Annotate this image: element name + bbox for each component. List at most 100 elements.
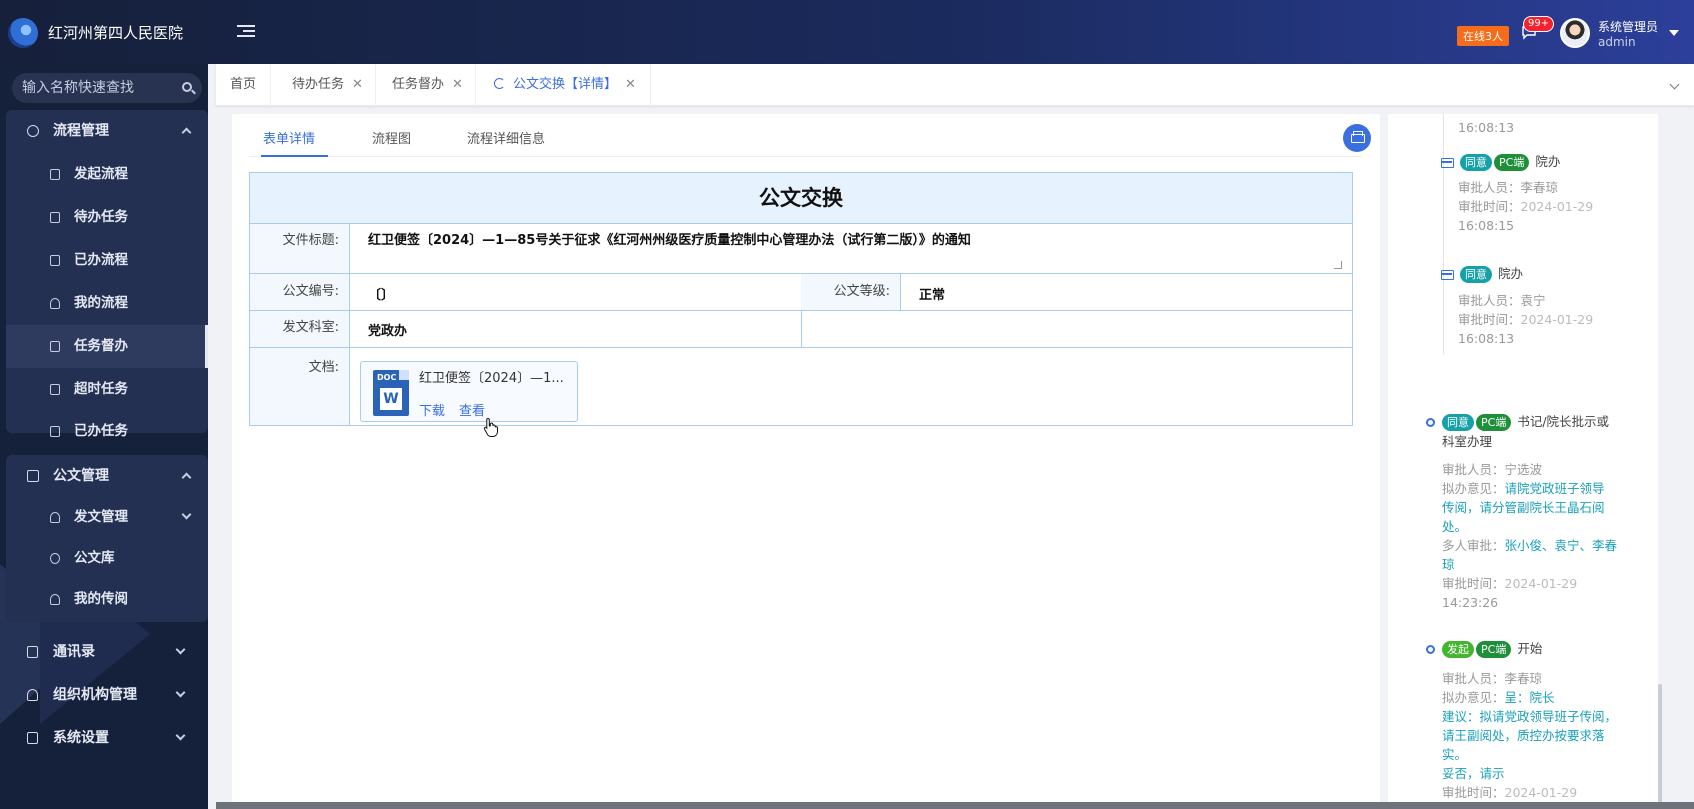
sidebar-item-my-flow[interactable]: 我的流程 [6,282,208,325]
time-label: 审批时间： [1458,312,1521,327]
doc-level-value: 正常 [919,288,946,303]
timeline-node: 书记/院长批示或 [1517,414,1610,429]
cell-divider [801,311,802,347]
menu-org-management[interactable]: 组织机构管理 [0,674,208,717]
sidebar-item-label: 已办任务 [74,423,128,439]
row-dept: 发文科室: 党政办 [250,311,1352,348]
horizontal-scrollbar[interactable] [216,802,1694,809]
close-icon[interactable]: ✕ [352,77,363,92]
timeline-dot [1426,645,1435,654]
multi-approvers-cont: 琼 [1442,557,1455,572]
menu-collapse-icon[interactable] [237,25,255,39]
menu-document-management[interactable]: 公文管理 [6,455,208,498]
suggestion-text: 请王副阅处，质控办按要求落 [1442,728,1605,743]
user-dropdown-icon[interactable] [1669,30,1679,36]
timeline-scrollbar[interactable] [1658,684,1662,809]
timeline-entry-tags: 发起 PC端 开始 [1442,640,1542,660]
resize-grip-icon[interactable] [1334,261,1342,269]
timeline-opinion: 拟办意见：呈：院长 [1442,688,1555,707]
subtab-flow-info[interactable]: 流程详细信息 [467,128,545,147]
tab-label: 首页 [230,77,257,92]
opinion-text-cont: 传阅，请分管副院长王晶石阅 [1442,500,1605,515]
approval-timeline: 16:08:13 同意 PC端 院办 审批人员：李春琼 审批时间：2024-01-… [1388,114,1658,809]
sidebar-item-todo[interactable]: 待办任务 [6,196,208,239]
menu-contacts[interactable]: 通讯录 [0,631,208,674]
tab-doc-exchange[interactable]: 公文交换【详情】 ✕ [480,64,651,106]
hand-cursor-icon [483,417,498,437]
task-icon [50,212,60,223]
sidebar-item-supervise[interactable]: 任务督办 [6,325,208,368]
timeline-date: 2024-01-29 [1520,199,1594,214]
label-doc-title: 文件标题: [250,224,350,273]
subtab-active-indicator [261,155,328,157]
search-icon[interactable] [182,82,192,92]
file-type-label: DOC [377,373,397,382]
suggestion-text: 建议：拟请党政领导班子传阅， [1442,709,1618,724]
sidebar-item-label: 公文库 [74,550,115,566]
list-icon [50,341,60,352]
menu-label: 系统设置 [53,730,109,746]
sidebar-item-label: 我的传阅 [74,591,128,607]
sidebar-item-start-flow[interactable]: 发起流程 [6,153,208,196]
tag-pc: PC端 [1476,641,1512,658]
opinion-text: 请院党政班子领导 [1504,481,1605,496]
menu-workflow-management[interactable]: 流程管理 [6,110,208,153]
print-button[interactable] [1343,124,1371,152]
sidebar-item-label: 我的流程 [74,295,128,311]
download-link[interactable]: 下载 [419,400,445,419]
timeline-approver: 审批人员：袁宁 [1458,293,1546,308]
chevron-up-icon [181,127,192,138]
sidebar-item-my-circulation[interactable]: 我的传阅 [6,578,208,621]
online-users-badge[interactable]: 在线3人 [1457,26,1509,46]
tag-agree: 同意 [1460,266,1492,283]
workflow-icon [27,125,39,137]
sidebar-item-label: 超时任务 [74,381,128,397]
avatar[interactable] [1560,18,1590,48]
user-icon [50,298,60,309]
sidebar-search-input[interactable]: 输入名称快速查找 [12,73,202,103]
main-panel: 表单详情 流程图 流程详细信息 公文交换 文件标题: 红卫便签〔2024〕—1—… [232,114,1380,809]
close-icon[interactable]: ✕ [625,77,636,92]
view-link[interactable]: 查看 [459,400,485,419]
label-doc-level: 公文等级: [801,274,901,310]
timeline-node-cont: 科室办理 [1442,434,1493,449]
attachment-card: DOC W 红卫便签〔2024〕—1... 下载 查看 [360,361,578,422]
tabs-bar: 首页 待办任务 ✕ 任务督办 ✕ 公文交换【详情】 ✕ [216,64,1694,106]
content-gutter [208,106,216,809]
opinion-label: 拟办意见： [1442,690,1505,705]
sidebar-item-dispatch[interactable]: 发文管理 [6,496,208,539]
tag-start: 发起 [1442,641,1474,658]
message-count-badge: 99+ [1523,16,1555,32]
timeline-approver: 审批人员：宁选波 [1442,462,1543,477]
subtab-flow-chart[interactable]: 流程图 [372,128,411,147]
label-doc-no: 公文编号: [250,274,350,310]
timeline-time-row: 审批时间：2024-01-29 [1458,310,1593,329]
subtab-form-details[interactable]: 表单详情 [263,128,315,147]
tabs-dropdown-icon[interactable] [1669,79,1680,90]
doc-no-value: 〔〕 [368,288,395,303]
refresh-icon[interactable] [494,78,505,89]
timeline-approver: 审批人员：李春琼 [1442,671,1543,686]
label-attachment: 文档: [250,348,350,425]
tab-home[interactable]: 首页 [216,64,272,106]
app-title: 红河州第四人民医院 [48,24,184,42]
menu-system-settings[interactable]: 系统设置 [0,717,208,760]
card-icon [1441,270,1454,280]
sidebar-item-done-flow[interactable]: 已办流程 [6,239,208,282]
label-dept: 发文科室: [250,311,350,347]
sidebar-item-overdue[interactable]: 超时任务 [6,368,208,411]
doc-title-textarea[interactable]: 红卫便签〔2024〕—1—85号关于征求《红河州州级医疗质量控制中心管理办法（试… [350,229,971,248]
dept-value: 党政办 [368,324,408,339]
tab-supervise[interactable]: 任务督办 ✕ [380,64,476,106]
headset-icon [50,512,60,523]
sidebar-item-doc-library[interactable]: 公文库 [6,537,208,580]
search-placeholder: 输入名称快速查找 [22,80,134,96]
phone-book-icon [27,646,38,658]
user-name[interactable]: 系统管理员 [1598,18,1658,35]
chevron-down-icon [175,687,186,698]
subtab-divider [249,156,1362,157]
tab-todo[interactable]: 待办任务 ✕ [280,64,376,106]
sidebar-item-done-task[interactable]: 已办任务 [6,410,208,453]
close-icon[interactable]: ✕ [452,77,463,92]
timeline-entry-tags: 同意 院办 [1460,265,1523,285]
